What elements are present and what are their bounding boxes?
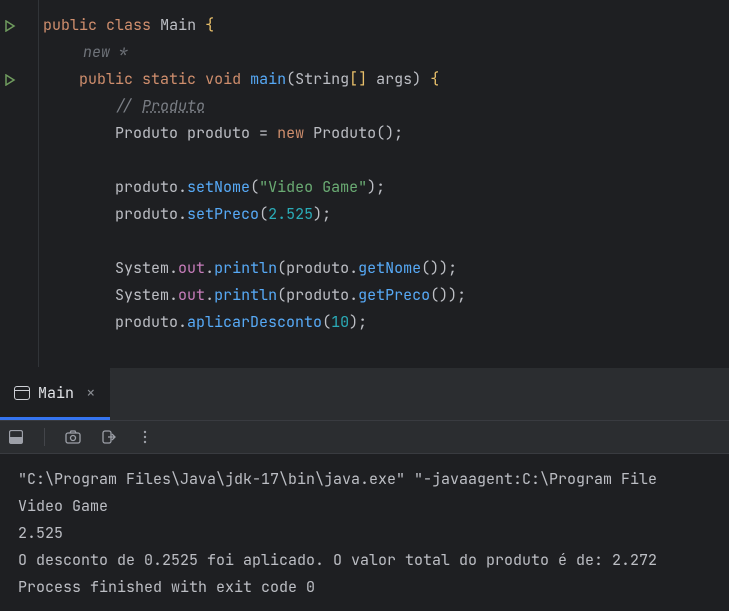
gutter [0,0,38,367]
toolbar-separator [44,428,45,446]
close-icon[interactable]: × [86,382,96,403]
more-icon[interactable] [137,429,153,445]
run-toolbar [0,420,729,454]
inlay-hint: new * [79,40,132,64]
application-icon [14,386,30,400]
run-gutter-icon[interactable] [0,12,38,39]
exit-icon[interactable] [101,429,117,445]
code-editor[interactable]: public class Main { new * public static … [38,0,729,367]
camera-icon[interactable] [65,429,81,445]
layout-icon[interactable] [8,429,24,445]
editor-area: public class Main { new * public static … [0,0,729,367]
tab-label: Main [38,383,74,403]
run-tab-main[interactable]: Main × [0,368,110,420]
run-tool-window: Main × "C:\Program Files\Java\jdk-17\bin… [0,367,729,611]
run-tab-bar: Main × [0,368,729,420]
run-gutter-icon[interactable] [0,66,38,93]
console-output[interactable]: "C:\Program Files\Java\jdk-17\bin\java.e… [0,454,729,611]
